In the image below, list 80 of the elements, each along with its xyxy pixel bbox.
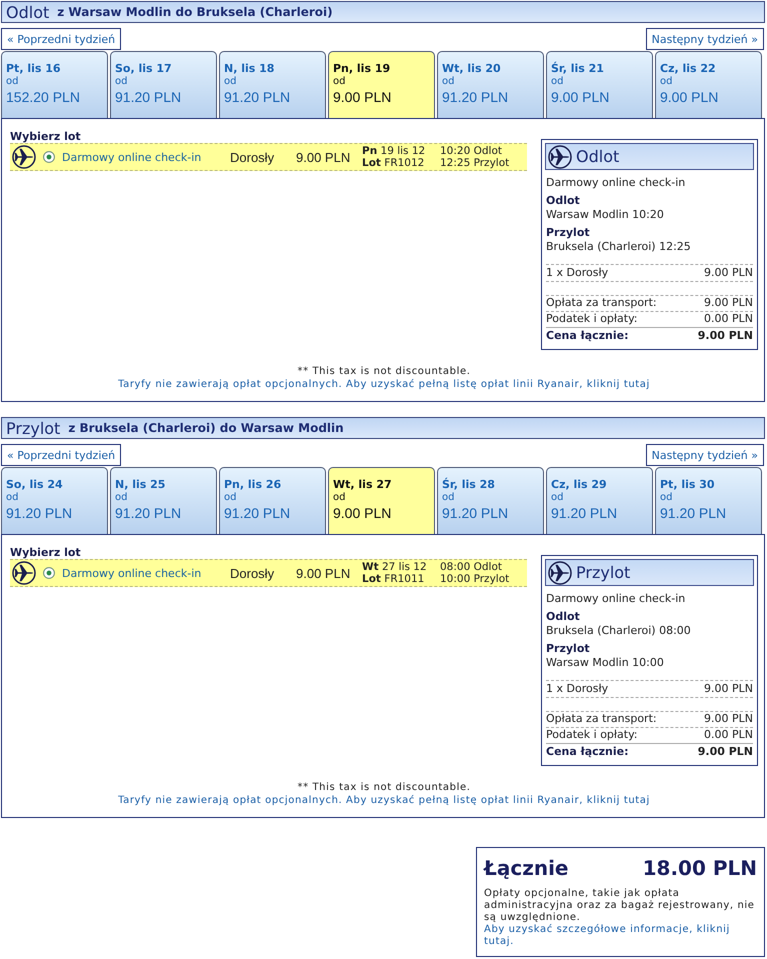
charge-label: Podatek i opłaty: [546,312,638,326]
arrival-time: 10:00 Przylot [440,573,510,585]
passenger-type: Dorosły [230,150,274,164]
fare-name: Darmowy online check-in [546,592,686,605]
day-tab[interactable]: Pt, lis 30 od 91.20 PLN [655,467,762,535]
leg-label: Odlot [546,194,580,207]
choose-flight-heading: Wybierz lot [10,546,81,559]
day-tab[interactable]: Śr, lis 28 od 91.20 PLN [437,467,544,535]
plane-icon [12,561,36,585]
radio-button[interactable] [43,567,55,579]
day-tab[interactable]: Pn, lis 26 od 91.20 PLN [219,467,326,535]
passenger-label: 1 x Dorosły [546,682,608,696]
leg-label: Odlot [546,610,580,623]
plane-icon [548,144,572,168]
fare-link[interactable]: Darmowy online check-in [62,150,202,164]
previous-week-button[interactable]: « Poprzedni tydzień [1,28,122,50]
total-label: Cena łącznie: [546,329,629,343]
passenger-type: Dorosły [230,566,274,580]
charge-value: 0.00 PLN [704,728,753,742]
charge-value: 9.00 PLN [704,296,753,310]
day-tab[interactable]: Wt, lis 27 od 9.00 PLN [328,467,435,535]
day-tab[interactable]: So, lis 17 od 91.20 PLN [110,51,217,119]
day-tab[interactable]: Cz, lis 29 od 91.20 PLN [546,467,653,535]
day-tab[interactable]: Śr, lis 21 od 9.00 PLN [546,51,653,119]
next-week-button[interactable]: Następny tydzień » [646,444,764,466]
departure-time: 10:20 Odlot [440,145,502,157]
day-tab[interactable]: Cz, lis 22 od 9.00 PLN [655,51,762,119]
passenger-price: 9.00 PLN [704,682,753,696]
plane-icon [12,145,36,169]
fare-link[interactable]: Darmowy online check-in [62,566,202,580]
flight-date: Wt 27 lis 12 [362,561,427,573]
radio-button[interactable] [43,151,55,163]
tax-note: ** This tax is not discountable. [298,365,470,378]
tax-note: ** This tax is not discountable. [298,781,470,794]
day-tab[interactable]: Pn, lis 19 od 9.00 PLN [328,51,435,119]
day-tab[interactable]: Wt, lis 20 od 91.20 PLN [437,51,544,119]
day-tab[interactable]: N, lis 25 od 91.20 PLN [110,467,217,535]
leg-label: Przylot [546,642,590,655]
summary-title: Odlot [576,147,620,166]
total-label: Cena łącznie: [546,745,629,759]
fare-name: Darmowy online check-in [546,176,686,189]
grand-total-amount: 18.00 PLN [642,855,757,882]
arrival-time: 12:25 Przylot [440,157,510,169]
charge-label: Opłata za transport: [546,712,657,726]
total-value: 9.00 PLN [698,329,753,343]
route-text: z Bruksela (Charleroi) do Warsaw Modlin [68,420,344,436]
flight-price: 9.00 PLN [296,150,350,164]
plane-icon [548,560,572,584]
day-tab[interactable]: Pt, lis 16 od 152.20 PLN [1,51,108,119]
charge-value: 9.00 PLN [704,712,753,726]
flight-price: 9.00 PLN [296,566,350,580]
day-tab[interactable]: N, lis 18 od 91.20 PLN [219,51,326,119]
passenger-price: 9.00 PLN [704,266,753,280]
charge-label: Podatek i opłaty: [546,728,638,742]
charge-value: 0.00 PLN [704,312,753,326]
leg-detail: Bruksela (Charleroi) 12:25 [546,240,691,253]
summary-title: Przylot [576,563,630,582]
leg-detail: Warsaw Modlin 10:20 [546,208,664,221]
leg-detail: Bruksela (Charleroi) 08:00 [546,624,691,637]
day-tab[interactable]: So, lis 24 od 91.20 PLN [1,467,108,535]
section-title: Odlot [6,2,50,22]
section-title: Przylot [6,418,60,438]
flight-number: Lot FR1011 [362,573,424,585]
flight-number: Lot FR1012 [362,157,424,169]
fees-link[interactable]: Taryfy nie zawierają opłat opcjonalnych. Aby uzyskać pełną listę opłat linii Ryanair, kliknij tutaj [118,794,650,807]
charge-label: Opłata za transport: [546,296,657,310]
departure-time: 08:00 Odlot [440,561,502,573]
leg-label: Przylot [546,226,590,239]
total-value: 9.00 PLN [698,745,753,759]
leg-detail: Warsaw Modlin 10:00 [546,656,664,669]
details-link[interactable]: Aby uzyskać szczegółowe informacje, kliknij tutaj. [484,924,757,948]
route-text: z Warsaw Modlin do Bruksela (Charleroi) [57,4,333,20]
passenger-label: 1 x Dorosły [546,266,608,280]
choose-flight-heading: Wybierz lot [10,130,81,143]
flight-date: Pn 19 lis 12 [362,145,426,157]
fees-link[interactable]: Taryfy nie zawierają opłat opcjonalnych. Aby uzyskać pełną listę opłat linii Ryanair, kliknij tutaj [118,378,650,391]
previous-week-button[interactable]: « Poprzedni tydzień [1,444,122,466]
next-week-button[interactable]: Następny tydzień » [646,28,764,50]
grand-total-label: Łącznie [484,855,568,882]
optional-fees-note: Opłaty opcjonalne, takie jak opłata administracyjna oraz za bagaż rejestrowany, nie są uwzględnione. [484,888,756,924]
